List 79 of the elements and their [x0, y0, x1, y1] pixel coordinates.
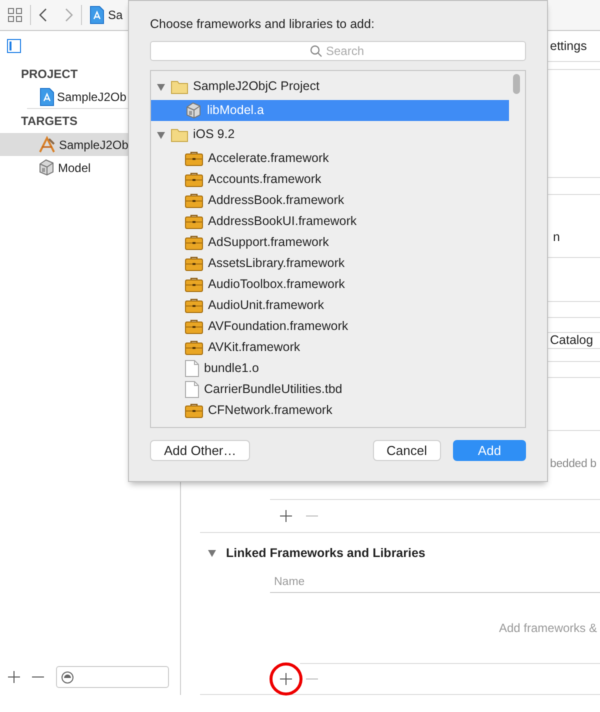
add-icon[interactable] [280, 673, 292, 685]
empty-hint: Add frameworks & [498, 620, 597, 637]
item-label: Model [58, 160, 91, 176]
list-row[interactable]: AdSupport.framework [151, 232, 509, 253]
section-header: PROJECT [20, 66, 79, 83]
tab-label[interactable]: ettings [550, 36, 587, 56]
row-label: iOS 9.2 [193, 126, 235, 144]
row-label: AVFoundation.framework [208, 318, 348, 336]
add-icon[interactable] [8, 671, 20, 683]
briefcase-icon [185, 403, 203, 418]
briefcase-icon [185, 172, 203, 187]
row-label: CFNetwork.framework [208, 402, 332, 420]
briefcase-icon [185, 256, 203, 271]
collapse-triangle-icon[interactable] [156, 130, 166, 140]
filter-field[interactable] [56, 666, 169, 688]
section-title: Linked Frameworks and Libraries [226, 544, 426, 562]
row-label: AudioToolbox.framework [208, 276, 345, 294]
list-row[interactable]: AudioToolbox.framework [151, 274, 509, 295]
briefcase-icon [185, 340, 203, 355]
row-label: Accelerate.framework [208, 150, 329, 168]
column-header: Name [273, 574, 305, 590]
row-label: AVKit.framework [208, 339, 300, 356]
row-label: AddressBook.framework [208, 192, 344, 210]
search-input[interactable]: Search [326, 42, 366, 60]
row-label: Accounts.framework [208, 171, 322, 188]
row-label: libModel.a [207, 102, 264, 120]
hammer-app-icon [38, 136, 56, 153]
briefcase-icon [185, 214, 203, 229]
document-icon [185, 381, 199, 398]
row-label: CarrierBundleUtilities.tbd [204, 381, 342, 398]
list-row[interactable]: CarrierBundleUtilities.tbd [151, 379, 509, 400]
search-icon [310, 45, 322, 57]
filter-icon [61, 670, 74, 684]
library-icon [38, 159, 55, 176]
row-label: bundle1.o [204, 360, 259, 378]
forward-icon[interactable] [65, 8, 73, 22]
list-row[interactable]: AssetsLibrary.framework [151, 253, 509, 274]
item-label: SampleJ2Ob [59, 136, 128, 154]
dialog-button[interactable]: Add Other… [150, 440, 250, 461]
list-row[interactable]: AddressBookUI.framework [151, 211, 509, 232]
document-icon [185, 360, 199, 377]
folder-icon [171, 80, 188, 94]
list-row[interactable]: CFNetwork.framework [151, 400, 509, 421]
add-icon[interactable] [280, 510, 292, 522]
project-file-icon [90, 6, 104, 24]
briefcase-icon [185, 151, 203, 166]
briefcase-icon [185, 235, 203, 250]
setting-text: n [553, 228, 560, 246]
row-label: AdSupport.framework [208, 234, 329, 252]
scrollbar-thumb[interactable] [513, 74, 520, 94]
setting-text: Catalog [550, 332, 594, 350]
briefcase-icon [185, 277, 203, 292]
row-label: SampleJ2ObjC Project [193, 78, 320, 96]
folder-icon [171, 128, 188, 142]
search-field[interactable]: Search [150, 41, 526, 61]
briefcase-icon [185, 193, 203, 208]
row-label: AssetsLibrary.framework [208, 255, 345, 272]
list-row[interactable]: AVKit.framework [151, 337, 509, 358]
back-icon[interactable] [39, 8, 47, 22]
section-header: TARGETS [21, 113, 78, 130]
briefcase-icon [185, 298, 203, 313]
collapse-triangle-icon[interactable] [207, 548, 217, 558]
grid-icon[interactable] [8, 8, 22, 22]
list-row[interactable]: AddressBook.framework [151, 190, 509, 211]
briefcase-icon [185, 319, 203, 334]
project-file-icon [40, 88, 54, 106]
breadcrumb-title[interactable]: Sa [108, 6, 123, 24]
embedded-hint: bedded b [550, 457, 596, 472]
item-label: SampleJ2Ob [57, 88, 126, 106]
dialog-title: Choose frameworks and libraries to add: [150, 16, 376, 31]
collapse-triangle-icon[interactable] [156, 82, 166, 92]
list-row[interactable]: AudioUnit.framework [151, 295, 509, 316]
list-row[interactable]: bundle1.o [151, 358, 509, 379]
list-row[interactable]: AVFoundation.framework [151, 316, 509, 337]
sidebar-toggle-icon[interactable] [7, 39, 21, 53]
row-label: AudioUnit.framework [208, 297, 324, 314]
library-icon [185, 102, 202, 119]
row-label: AddressBookUI.framework [208, 213, 357, 230]
dialog-button[interactable]: Cancel [372, 440, 441, 461]
